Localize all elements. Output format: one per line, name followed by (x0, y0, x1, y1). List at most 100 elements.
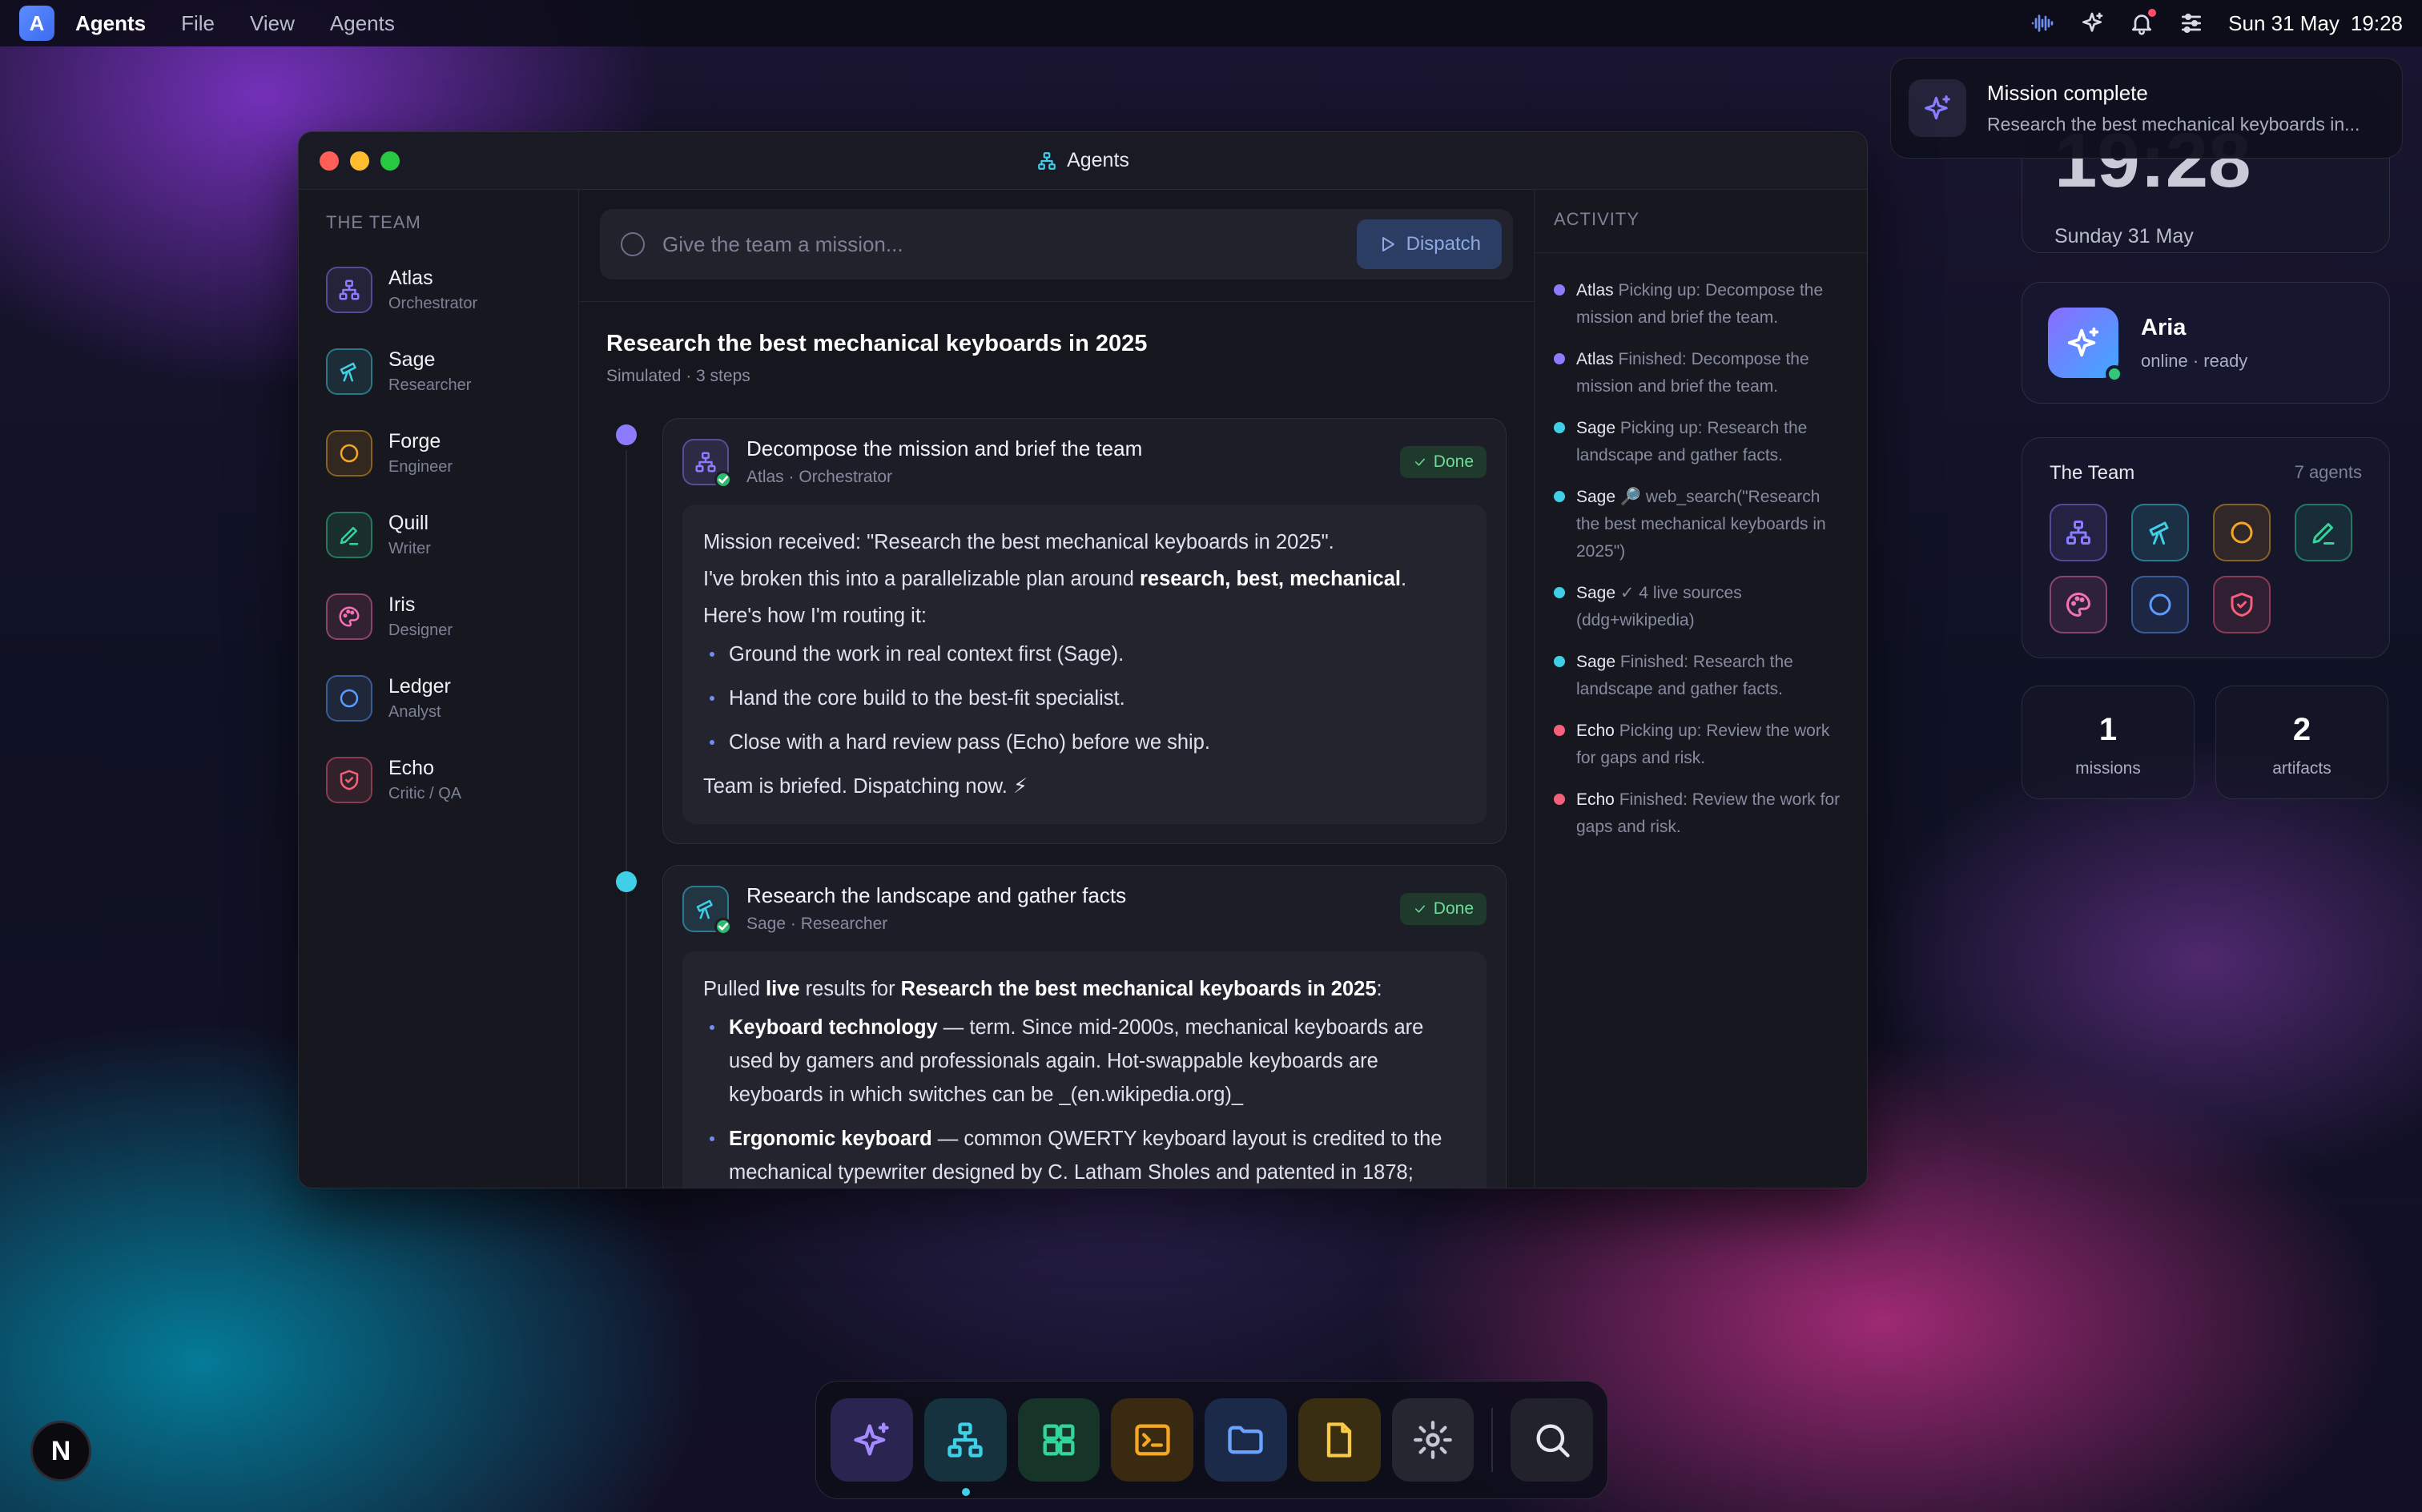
step-card: Research the landscape and gather facts … (606, 865, 1507, 1188)
agent-role: Critic / QA (388, 785, 462, 802)
step-agent: Atlas · Orchestrator (746, 468, 893, 486)
team-widget-forge[interactable] (2213, 504, 2271, 561)
step-marker (616, 871, 637, 892)
agent-name: Sage (388, 348, 436, 371)
mission-input[interactable] (662, 231, 1339, 257)
team-widget-quill[interactable] (2295, 504, 2352, 561)
sidebar-agent-quill[interactable]: Quill Writer (326, 494, 578, 576)
notification-title: Mission complete (1987, 81, 2148, 105)
pen-icon (2312, 523, 2335, 545)
menu-file[interactable]: File (181, 11, 215, 36)
dock-agents[interactable] (923, 1398, 1007, 1496)
team-widget-count: 7 agents (2294, 462, 2362, 482)
bell-icon[interactable] (2129, 9, 2157, 36)
step-title: Decompose the mission and brief the team (746, 436, 1143, 460)
activity-dot (1554, 656, 1565, 667)
activity-text: Atlas Picking up: Decompose the mission … (1576, 281, 1824, 327)
list-item: Ergonomic keyboard — common QWERTY keybo… (703, 1122, 1466, 1188)
activity-item: Sage Picking up: Research the landscape … (1554, 415, 1848, 469)
mission-feed: Research the best mechanical keyboards i… (579, 302, 1534, 1188)
missions-count: 1 (2098, 712, 2118, 747)
team-widget-ledger[interactable] (2131, 576, 2189, 633)
team-sidebar: THE TEAM Atlas Orchestrator Sage Researche… (299, 190, 579, 1188)
agent-name: Echo (388, 757, 434, 779)
dock-notes[interactable] (1298, 1398, 1381, 1482)
menu-clock[interactable]: Sun 31 May 19:28 (2228, 11, 2403, 36)
network-icon (947, 1422, 983, 1458)
pen-icon (340, 527, 359, 545)
sidebar-agent-atlas[interactable]: Atlas Orchestrator (326, 249, 578, 331)
play-icon (1382, 237, 1394, 251)
agents-window: Agents THE TEAM Atlas Orchestrator Sage Re… (298, 131, 1868, 1188)
network-icon (339, 279, 360, 300)
list-item: Ground the work in real context first (S… (703, 637, 1466, 671)
team-widget: The Team 7 agents (2022, 437, 2390, 658)
agent-role: Engineer (388, 458, 453, 476)
team-widget-sage[interactable] (2131, 504, 2189, 561)
network-icon (2066, 521, 2090, 545)
status-badge: Done (1399, 892, 1487, 925)
menu-app-name[interactable]: Agents (75, 11, 146, 36)
dock-search[interactable] (1511, 1398, 1593, 1482)
check-icon (714, 470, 732, 489)
sparkle-icon[interactable] (2079, 10, 2105, 36)
activity-panel: ACTIVITY Atlas Picking up: Decompose the… (1534, 190, 1867, 1188)
dock-settings[interactable] (1391, 1398, 1475, 1482)
shield-icon (2231, 593, 2253, 617)
agent-role: Orchestrator (388, 295, 478, 312)
agent-name: Quill (388, 512, 429, 534)
waveform-icon[interactable] (2030, 10, 2055, 36)
status-badge: Done (1399, 445, 1487, 478)
activity-dot (1554, 353, 1565, 364)
step-marker (616, 424, 637, 445)
sidebar-agent-ledger[interactable]: Ledger Analyst (326, 657, 578, 739)
sidebar-agent-echo[interactable]: Echo Critic / QA (326, 739, 578, 821)
activity-text: Atlas Finished: Decompose the mission an… (1576, 350, 1809, 396)
step-output: Mission received: "Research the best mec… (682, 505, 1487, 824)
team-widget-atlas[interactable] (2050, 504, 2107, 561)
dock-files[interactable] (1205, 1398, 1287, 1482)
agent-avatar (326, 348, 372, 395)
sidebar-agent-sage[interactable]: Sage Researcher (326, 331, 578, 412)
step-agent-avatar (682, 438, 732, 489)
step-title: Research the landscape and gather facts (746, 883, 1127, 907)
sparkle-icon (2067, 327, 2099, 357)
team-widget-echo[interactable] (2213, 576, 2271, 633)
dock-assistant[interactable] (831, 1398, 913, 1482)
team-widget-iris[interactable] (2050, 576, 2107, 633)
search-icon (1536, 1424, 1570, 1458)
menu-agents[interactable]: Agents (330, 11, 395, 36)
sliders-icon[interactable] (2179, 10, 2204, 36)
aria-avatar (2048, 308, 2123, 383)
activity-item: Sage ✓ 4 live sources (ddg+wikipedia) (1554, 580, 1848, 634)
agent-avatar (326, 267, 372, 313)
network-icon (695, 452, 716, 472)
circle-icon (2149, 593, 2171, 616)
activity-item: Atlas Picking up: Decompose the mission … (1554, 277, 1848, 332)
activity-dot (1554, 491, 1565, 502)
sidebar-agent-iris[interactable]: Iris Designer (326, 576, 578, 657)
agent-name: Forge (388, 430, 441, 452)
title-bar[interactable]: Agents (299, 132, 1867, 190)
sparkle-icon (1909, 79, 1966, 137)
sidebar-agent-forge[interactable]: Forge Engineer (326, 412, 578, 494)
folder-icon (1228, 1426, 1264, 1454)
activity-text: Sage ✓ 4 live sources (ddg+wikipedia) (1576, 584, 1742, 629)
app-logo[interactable]: A (19, 6, 54, 41)
dispatch-button[interactable]: Dispatch (1356, 219, 1502, 269)
dock-terminal[interactable] (1111, 1398, 1193, 1482)
n-badge[interactable]: N (30, 1421, 91, 1482)
agent-name: Ledger (388, 675, 451, 698)
dock-apps[interactable] (1017, 1398, 1100, 1482)
menu-view[interactable]: View (250, 11, 295, 36)
telescope-icon (2149, 521, 2169, 545)
agent-name: Iris (388, 593, 416, 616)
terminal-icon (1134, 1424, 1170, 1456)
aria-name: Aria (2141, 314, 2187, 340)
step-card: Decompose the mission and brief the team… (606, 418, 1507, 844)
mission-status-icon (621, 232, 645, 256)
aria-widget[interactable]: Aria online · ready (2022, 282, 2390, 404)
notification-toast[interactable]: Mission complete Research the best mecha… (1890, 58, 2403, 159)
artifacts-count: 2 (2292, 712, 2311, 747)
circle-icon (340, 689, 359, 708)
